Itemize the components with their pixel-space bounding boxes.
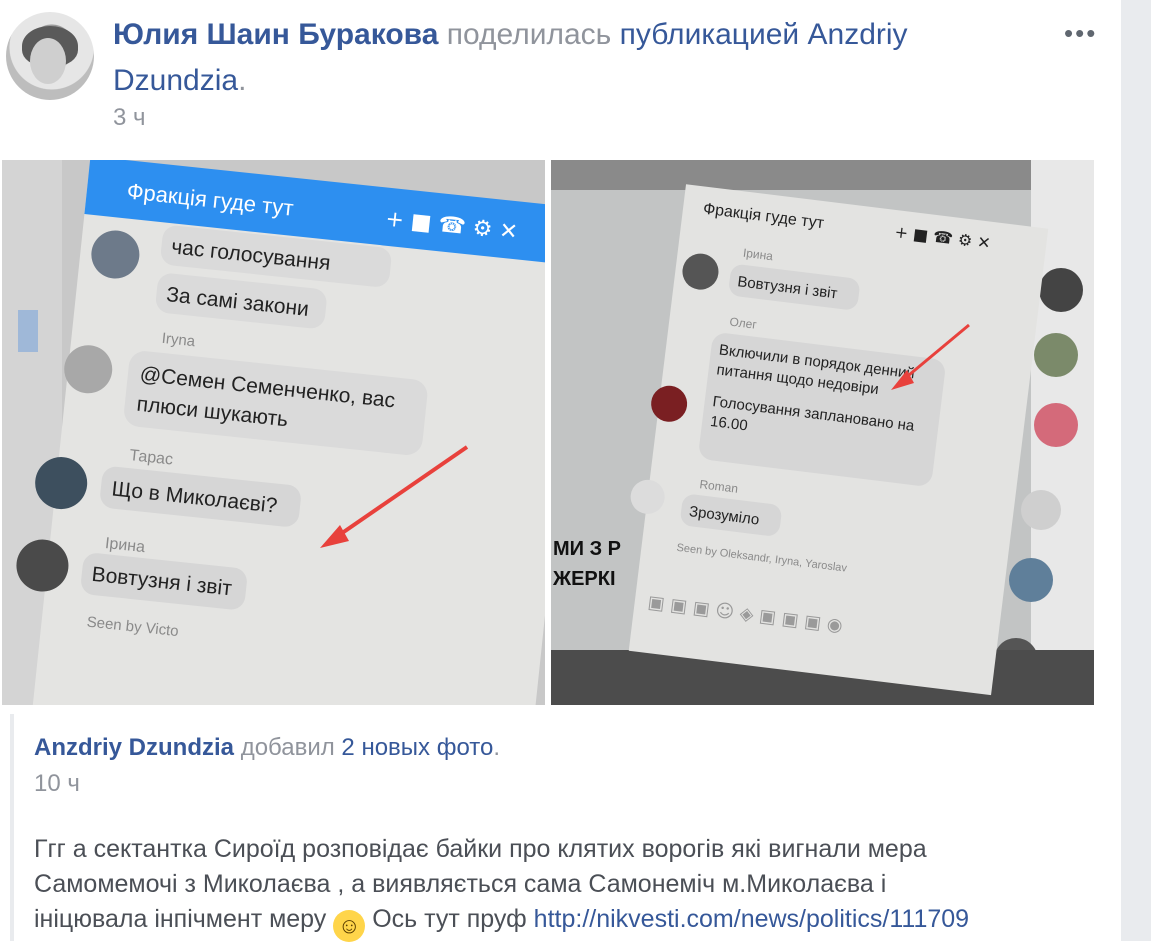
header-period: . — [238, 64, 247, 97]
scrollbar[interactable] — [1121, 0, 1151, 941]
shared-post-header: Anzdriy Dzundzia добавил 2 новых фото. — [34, 734, 500, 762]
shared-header-period: . — [493, 734, 501, 761]
shared-post-text: Ггг а сектантка Сироїд розповідає байки … — [34, 832, 1124, 942]
author-name-link[interactable]: Юлия Шаин Буракова — [113, 18, 438, 51]
shared-timestamp[interactable]: 10 ч — [34, 770, 80, 798]
shared-post: Anzdriy Dzundzia добавил 2 новых фото. 1… — [10, 714, 1119, 942]
share-action-text: поделилась — [446, 18, 612, 51]
new-photos-link[interactable]: 2 новых фото — [341, 734, 493, 761]
author-avatar[interactable] — [6, 12, 94, 100]
right-sidebar-avatar-2 — [1034, 333, 1078, 377]
right-side-text-1: МИ З Р — [553, 538, 621, 560]
photo-right[interactable]: МИ З Р ЖЕРКІ Фракція гуде тут + ■ ☎ ⚙ ✕ … — [551, 160, 1094, 705]
nikvesti-url-link[interactable]: http://nikvesti.com/news/politics/111709 — [534, 905, 969, 933]
smiley-emoji-icon: ☺ — [333, 910, 366, 942]
left-sender-iryna: Iryna — [161, 330, 197, 350]
right-sidebar-avatar-1 — [1039, 268, 1083, 312]
shared-text-line-3: ініцювала інпічмент меру ☺ Ось тут пруф … — [34, 902, 1124, 942]
shared-text-line-3b: Ось тут пруф — [372, 905, 527, 933]
shared-text-line-1: Ггг а сектантка Сироїд розповідає байки … — [34, 835, 927, 863]
photo-left[interactable]: Фракція гуде тут + ■ ☎ ⚙ ✕ час голосуван… — [2, 160, 545, 705]
right-sidebar-avatar-3 — [1034, 403, 1078, 447]
more-options-icon[interactable]: ••• — [1064, 18, 1097, 49]
post-timestamp[interactable]: 3 ч — [113, 104, 146, 132]
right-side-text-2: ЖЕРКІ — [552, 568, 616, 590]
shared-author-link[interactable]: Anzdriy Dzundzia — [34, 734, 234, 761]
post-header: Юлия Шаин Буракова поделилась публикацие… — [113, 12, 1013, 104]
shared-text-line-3a: ініцювала інпічмент меру — [34, 905, 327, 933]
shared-text-line-2: Самомемочі з Миколаєва , а виявляється с… — [34, 870, 887, 898]
avatar-face — [30, 38, 66, 84]
right-sidebar-avatar-5 — [1009, 558, 1053, 602]
shared-action-text: добавил — [240, 734, 335, 761]
right-sidebar-avatar-4 — [1021, 490, 1061, 530]
